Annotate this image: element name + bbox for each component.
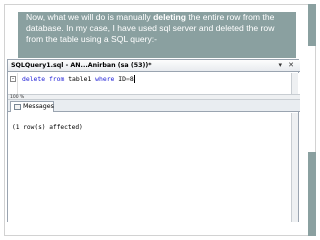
column-name: ID	[118, 75, 126, 83]
caption-text: Now, what we will do is manually deletin…	[26, 12, 288, 46]
tab-messages[interactable]: Messages	[10, 101, 54, 112]
messages-pane: (1 row(s) affected)	[8, 113, 293, 222]
table-name: table1	[68, 75, 92, 83]
collapse-icon[interactable]: -	[10, 76, 16, 82]
document-tab-title: SQLQuery1.sql - AN...Anirban (sa (53))*	[11, 62, 152, 69]
result-message: (1 row(s) affected)	[12, 124, 83, 131]
editor-gutter: -	[8, 73, 18, 94]
accent-bar-top	[308, 4, 316, 46]
messages-scrollbar[interactable]	[291, 113, 298, 222]
code-line: delete from table1 where ID=8	[22, 75, 135, 84]
caption-bold: deleting	[153, 12, 187, 22]
query-window: SQLQuery1.sql - AN...Anirban (sa (53))* …	[7, 59, 300, 222]
messages-icon	[14, 104, 21, 110]
keyword-from: from	[48, 75, 65, 83]
keyword-where: where	[95, 75, 115, 83]
keyword-delete: delete	[22, 75, 46, 83]
accent-bar-bottom	[308, 152, 316, 236]
caption-before: Now, what we will do is manually	[26, 12, 154, 22]
tab-messages-label: Messages	[23, 103, 54, 110]
text-caret	[133, 75, 135, 83]
document-tab[interactable]: SQLQuery1.sql - AN...Anirban (sa (53))* …	[8, 60, 300, 72]
results-tab-strip: Messages	[8, 100, 300, 112]
close-icon[interactable]: ✕	[288, 61, 294, 71]
tab-dropdown-icon[interactable]: ▾	[278, 61, 282, 71]
sql-editor[interactable]: - delete from table1 where ID=8	[8, 73, 300, 94]
